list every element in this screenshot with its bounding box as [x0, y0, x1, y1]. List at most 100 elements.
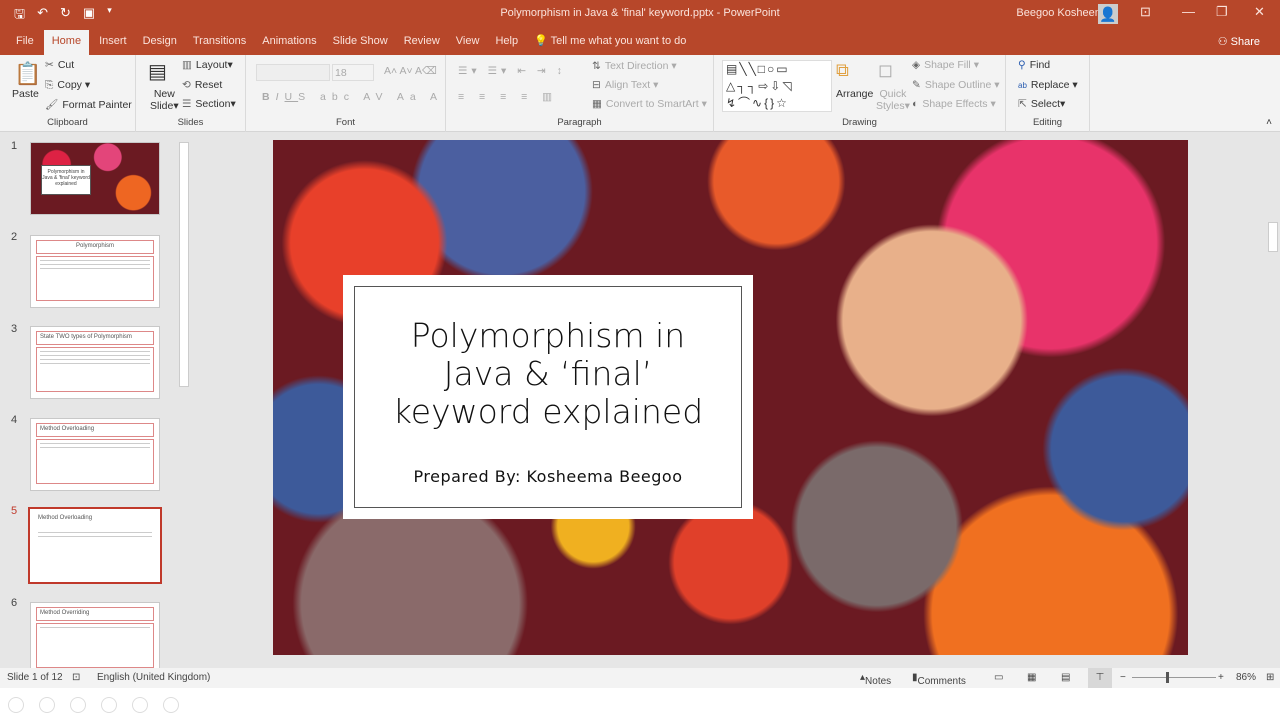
avatar[interactable]: 👤: [1098, 4, 1118, 24]
thumbnails-scrollbar[interactable]: [178, 132, 190, 668]
thumbnail-slide-1[interactable]: Polymorphism in Java & 'final' keyword e…: [30, 142, 160, 215]
arrange-icon[interactable]: ⧉: [836, 60, 849, 81]
align-buttons[interactable]: ≡ ≡ ≡ ≡ ▥: [458, 91, 558, 103]
font-size-buttons[interactable]: A˄ A˅ A⌫: [384, 65, 437, 77]
next-icon[interactable]: [39, 697, 55, 713]
tab-slide-show[interactable]: Slide Show: [325, 30, 396, 55]
zoom-in-button[interactable]: +: [1218, 672, 1224, 683]
collapse-ribbon-icon[interactable]: ˄: [1266, 117, 1272, 128]
ribbon-display-icon[interactable]: ⊡: [1140, 4, 1151, 20]
paste-icon[interactable]: 📋: [14, 61, 41, 87]
slide-counter: Slide 1 of 12: [7, 672, 63, 683]
new-slide-label-2: Slide: [150, 100, 174, 112]
slide-sorter-icon[interactable]: ▦: [1027, 672, 1036, 683]
group-label: Slides: [177, 117, 204, 128]
slide-number: 2: [11, 231, 18, 243]
find-button[interactable]: ⚲ Find: [1018, 59, 1050, 71]
shape-outline-button[interactable]: ✎ Shape Outline ▾: [912, 79, 1000, 91]
zoom-slider-thumb[interactable]: [1166, 672, 1169, 683]
text-direction-button[interactable]: ⇅ Text Direction ▾: [592, 60, 677, 72]
shapes-gallery[interactable]: ▤╲╲□○▭ △┐┐⇨⇩◹ ↯⌒∿{}☆: [722, 60, 832, 112]
tab-transitions[interactable]: Transitions: [185, 30, 254, 55]
align-text-button[interactable]: ⊟ Align Text ▾: [592, 79, 658, 91]
prev-icon[interactable]: [8, 697, 24, 713]
reading-view-icon[interactable]: ▤: [1061, 672, 1070, 683]
tab-animations[interactable]: Animations: [254, 30, 324, 55]
slideshow-view-icon[interactable]: ⊤: [1088, 668, 1112, 688]
magnifier-icon[interactable]: [132, 697, 148, 713]
new-slide-icon[interactable]: ▤: [148, 59, 167, 84]
format-painter-button[interactable]: 🖌 Format Painter: [45, 98, 132, 111]
tab-home[interactable]: Home: [43, 30, 90, 55]
quick-styles-icon[interactable]: ◻: [878, 60, 893, 81]
replace-button[interactable]: ab Replace ▾: [1018, 79, 1078, 91]
replace-label: Replace: [1030, 79, 1070, 91]
share-label: Share: [1230, 36, 1260, 48]
font-format-buttons[interactable]: BIUS abc AV Aa A: [262, 91, 443, 103]
section-icon: ☰: [182, 98, 192, 110]
thumb-title: Method Overloading: [36, 423, 154, 437]
paste-button[interactable]: Paste: [12, 88, 39, 100]
thumbnail-slide-2[interactable]: Polymorphism: [30, 235, 160, 308]
user-name[interactable]: Beegoo Kosheema: [1016, 7, 1110, 19]
thumb-body: [36, 623, 154, 668]
tab-insert[interactable]: Insert: [91, 30, 135, 55]
comments-button[interactable]: ▮ Comments: [912, 672, 966, 687]
slides-group: ▤ New Slide▾ ▥ Layout▾ ⟲ Reset ☰ Section▾ Sl…: [136, 55, 246, 132]
title-bar: 🖫 ↶ ↻ ▣ ▾ Polymorphism in Java & 'final'…: [0, 0, 1280, 55]
font-name-input[interactable]: [256, 64, 330, 81]
normal-view-icon[interactable]: ▭: [994, 672, 1003, 683]
slide-number: 6: [11, 597, 18, 609]
select-button[interactable]: ⇱ Select▾: [1018, 98, 1065, 110]
slide-subtitle[interactable]: Prepared By: Kosheema Beegoo: [355, 467, 741, 486]
thumbnail-slide-5[interactable]: Method Overloading: [28, 507, 162, 584]
tab-design[interactable]: Design: [135, 30, 185, 55]
arrange-button[interactable]: Arrange: [836, 88, 873, 100]
restore-icon[interactable]: ❐: [1216, 4, 1228, 20]
quick-styles-button[interactable]: Quick Styles▾: [876, 88, 910, 112]
title-placeholder[interactable]: Polymorphism in Java & ‘final’ keyword e…: [343, 275, 753, 519]
tab-help[interactable]: Help: [487, 30, 526, 55]
thumbnail-slide-6[interactable]: Method Overriding: [30, 602, 160, 675]
tab-file[interactable]: File: [0, 30, 42, 55]
zoom-out-button[interactable]: −: [1120, 672, 1126, 683]
brush-icon: 🖌: [45, 99, 59, 111]
copy-button[interactable]: ⎘ Copy ▾: [45, 79, 90, 92]
slide-canvas[interactable]: Polymorphism in Java & ‘final’ keyword e…: [273, 140, 1188, 655]
minimize-icon[interactable]: —: [1182, 4, 1195, 19]
tell-me-search[interactable]: 💡 Tell me what you want to do: [526, 30, 694, 55]
close-icon[interactable]: ✕: [1254, 4, 1265, 20]
pen-icon[interactable]: [70, 697, 86, 713]
notes-label: Notes: [865, 676, 892, 687]
thumbnail-slide-4[interactable]: Method Overloading: [30, 418, 160, 491]
font-size-input[interactable]: 18: [332, 64, 374, 81]
share-button[interactable]: ⚇ Share: [1218, 35, 1260, 48]
effects-icon: ◐: [912, 98, 919, 110]
reset-button[interactable]: ⟲ Reset: [182, 79, 222, 91]
grid-icon[interactable]: [101, 697, 117, 713]
shape-fill-button[interactable]: ◈ Shape Fill ▾: [912, 59, 979, 71]
tab-review[interactable]: Review: [396, 30, 448, 55]
zoom-level[interactable]: 86%: [1236, 672, 1256, 683]
cut-button[interactable]: ✂ Cut: [45, 59, 74, 71]
layout-button[interactable]: ▥ Layout▾: [182, 59, 233, 71]
slide-title[interactable]: Polymorphism in Java & ‘final’ keyword e…: [355, 317, 741, 431]
list-buttons[interactable]: ☰▾ ☰▾ ⇤ ⇥ ↕: [458, 65, 566, 77]
notes-button[interactable]: ▴ Notes: [860, 672, 891, 687]
find-label: Find: [1029, 59, 1051, 71]
shape-effects-label: Shape Effects: [922, 98, 988, 110]
new-slide-button[interactable]: New Slide▾: [150, 88, 179, 112]
thumbnail-slide-3[interactable]: State TWO types of Polymorphism: [30, 326, 160, 399]
fit-to-window-icon[interactable]: ⊞: [1266, 672, 1274, 683]
slide-scrollbar[interactable]: [1266, 132, 1280, 668]
language-indicator[interactable]: English (United Kingdom): [97, 672, 210, 683]
more-icon[interactable]: [163, 697, 179, 713]
shape-fill-label: Shape Fill: [924, 59, 971, 71]
spellcheck-icon[interactable]: ⊡: [72, 672, 80, 683]
convert-smartart-button[interactable]: ▦ Convert to SmartArt ▾: [592, 98, 707, 110]
section-button[interactable]: ☰ Section▾: [182, 98, 236, 110]
zoom-slider[interactable]: [1132, 677, 1216, 678]
paragraph-group: ☰▾ ☰▾ ⇤ ⇥ ↕ ≡ ≡ ≡ ≡ ▥ ⇅ Text Direction ▾ …: [446, 55, 714, 132]
shape-effects-button[interactable]: ◐ Shape Effects ▾: [912, 98, 996, 110]
tab-view[interactable]: View: [448, 30, 488, 55]
